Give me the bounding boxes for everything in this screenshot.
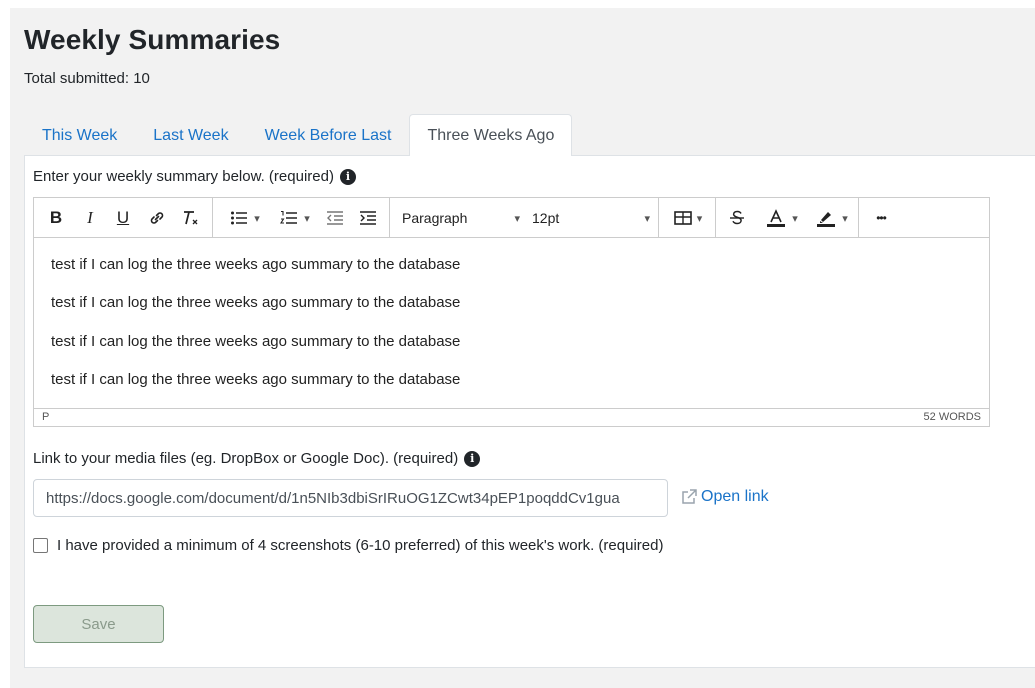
- toolbar-separator: [389, 198, 390, 237]
- summary-paragraph: test if I can log the three weeks ago su…: [51, 333, 461, 350]
- underline-button[interactable]: U: [113, 204, 133, 232]
- toolbar-separator: [212, 198, 213, 237]
- open-link-label: Open link: [701, 488, 769, 505]
- total-submitted: Total submitted: 10: [24, 70, 150, 87]
- save-button[interactable]: Save: [33, 605, 164, 643]
- bullet-list-icon: [231, 211, 248, 225]
- clear-formatting-icon: [184, 211, 198, 225]
- indent-icon: [360, 211, 376, 225]
- outdent-icon: [327, 211, 343, 225]
- word-count[interactable]: 52 WORDS: [924, 411, 981, 423]
- media-label: Link to your media files (eg. DropBox or…: [33, 450, 459, 467]
- font-size-value: 12pt: [532, 210, 560, 226]
- tab-week-before-last[interactable]: Week Before Last: [247, 114, 410, 156]
- external-link-icon: [682, 489, 697, 504]
- element-path[interactable]: P: [42, 411, 49, 423]
- summary-paragraph: test if I can log the three weeks ago su…: [51, 371, 461, 388]
- chevron-down-icon: ▾: [254, 212, 260, 225]
- rich-text-editor: B I U ▾ ▾ Paragraph ▾ 12pt ▾ ▾ ▾ ▾ ••• t…: [33, 197, 990, 427]
- summary-paragraph: test if I can log the three weeks ago su…: [51, 256, 461, 273]
- chevron-down-icon: ▾: [644, 212, 650, 225]
- week-tabs: This Week Last Week Week Before Last Thr…: [24, 114, 573, 156]
- highlight-icon: [817, 212, 836, 227]
- outdent-button[interactable]: [324, 204, 346, 232]
- more-options-button[interactable]: •••: [868, 204, 894, 232]
- screenshots-label: I have provided a minimum of 4 screensho…: [57, 537, 664, 554]
- bold-button[interactable]: B: [46, 204, 66, 232]
- link-icon: [150, 212, 164, 224]
- chevron-down-icon: ▾: [514, 212, 520, 225]
- screenshots-checkbox[interactable]: [33, 538, 48, 553]
- info-icon[interactable]: i: [464, 450, 481, 467]
- chevron-down-icon: ▾: [304, 212, 310, 225]
- block-format-value: Paragraph: [402, 210, 468, 226]
- table-button[interactable]: ▾: [668, 204, 708, 232]
- text-color-button[interactable]: ▾: [760, 204, 804, 232]
- screenshots-confirmation: I have provided a minimum of 4 screensho…: [33, 537, 663, 554]
- table-icon: [673, 211, 692, 225]
- summary-paragraph: test if I can log the three weeks ago su…: [51, 294, 461, 311]
- tab-three-weeks-ago[interactable]: Three Weeks Ago: [409, 114, 573, 156]
- italic-button[interactable]: I: [80, 204, 100, 232]
- strikethrough-icon: [730, 210, 744, 225]
- numbered-list-button[interactable]: ▾: [274, 204, 316, 232]
- chevron-down-icon: ▾: [792, 212, 798, 225]
- bullet-list-button[interactable]: ▾: [224, 204, 266, 232]
- text-color-icon: [767, 209, 786, 227]
- media-label-row: Link to your media files (eg. DropBox or…: [33, 450, 481, 467]
- strikethrough-button[interactable]: [726, 204, 748, 232]
- media-link-input[interactable]: [33, 479, 668, 517]
- editor-content[interactable]: test if I can log the three weeks ago su…: [34, 238, 989, 408]
- clear-formatting-button[interactable]: [180, 204, 202, 232]
- highlight-color-button[interactable]: ▾: [810, 204, 854, 232]
- chevron-down-icon: ▾: [842, 212, 848, 225]
- block-format-select[interactable]: Paragraph ▾: [402, 204, 520, 232]
- link-button[interactable]: [146, 204, 168, 232]
- open-link[interactable]: Open link: [681, 488, 769, 506]
- toolbar-separator: [858, 198, 859, 237]
- tab-this-week[interactable]: This Week: [24, 114, 135, 156]
- toolbar-separator: [715, 198, 716, 237]
- chevron-down-icon: ▾: [696, 212, 703, 225]
- editor-toolbar: B I U ▾ ▾ Paragraph ▾ 12pt ▾ ▾ ▾ ▾ •••: [34, 198, 989, 238]
- page-title: Weekly Summaries: [24, 24, 281, 55]
- tab-last-week[interactable]: Last Week: [135, 114, 246, 156]
- summary-label-row: Enter your weekly summary below. (requir…: [33, 168, 356, 185]
- editor-statusbar: P 52 WORDS: [34, 408, 989, 426]
- summary-label: Enter your weekly summary below. (requir…: [33, 168, 334, 185]
- numbered-list-icon: [280, 210, 298, 224]
- info-icon[interactable]: i: [339, 168, 356, 185]
- toolbar-separator: [658, 198, 659, 237]
- indent-button[interactable]: [357, 204, 379, 232]
- font-size-select[interactable]: 12pt ▾: [532, 204, 650, 232]
